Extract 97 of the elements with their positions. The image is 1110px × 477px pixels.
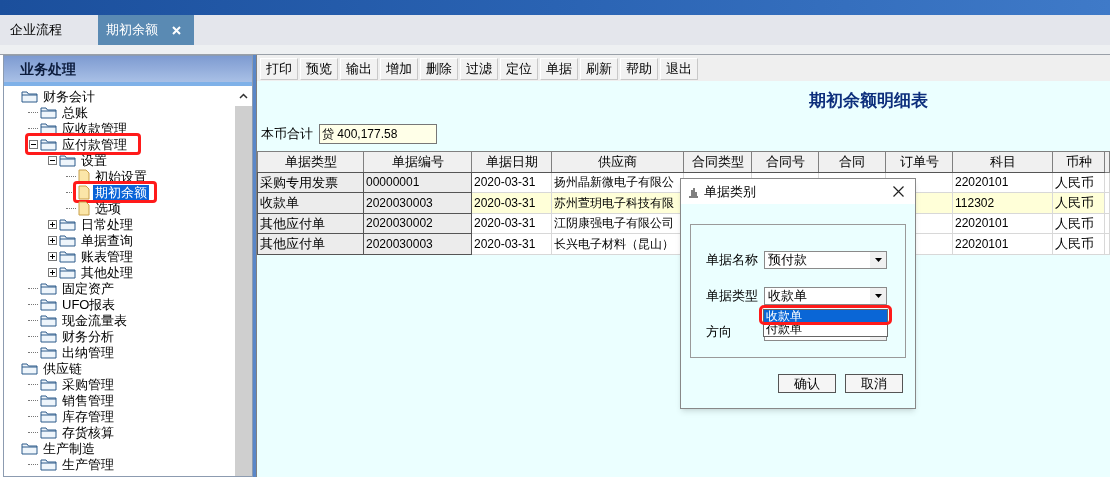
dialog-button[interactable]: 确认 <box>778 374 836 393</box>
document-icon <box>78 168 90 184</box>
field-label: 单据类型 <box>706 287 759 306</box>
panel-header: 业务处理 <box>4 56 253 86</box>
collapse-icon[interactable] <box>47 155 57 165</box>
toolbar-button[interactable]: 删除 <box>420 58 458 80</box>
tree-item[interactable]: 应付款管理 <box>60 136 129 152</box>
column-header[interactable]: 币种 <box>1052 151 1105 172</box>
tree-item[interactable]: 存货核算 <box>60 424 116 440</box>
toolbar-button[interactable]: 定位 <box>500 58 538 80</box>
table-cell: 采购专用发票 <box>257 172 364 193</box>
tab[interactable]: 期初余额 <box>98 15 194 45</box>
field-label: 方向 <box>706 323 733 342</box>
toolbar-button[interactable]: 单据 <box>540 58 578 80</box>
folder-icon <box>40 313 57 327</box>
column-header[interactable]: 合同号 <box>751 151 819 172</box>
tree-item[interactable]: 单据查询 <box>79 232 135 248</box>
toolbar-button[interactable]: 增加 <box>380 58 418 80</box>
toolbar-button[interactable]: 预览 <box>300 58 338 80</box>
total-label: 本币合计 <box>261 125 313 144</box>
tree-item[interactable]: 固定资产 <box>60 280 116 296</box>
tree-item[interactable]: 现金流量表 <box>60 312 129 328</box>
expand-icon[interactable] <box>47 251 57 261</box>
toolbar-button[interactable]: 打印 <box>260 58 298 80</box>
folder-icon <box>59 217 76 231</box>
document-icon <box>78 184 90 200</box>
column-header[interactable]: 订单号 <box>885 151 953 172</box>
expand-icon[interactable] <box>47 235 57 245</box>
tree-item[interactable]: 设置 <box>79 152 109 168</box>
expand-icon[interactable] <box>47 267 57 277</box>
table-cell: 收款单 <box>257 192 364 213</box>
column-header[interactable]: 科目 <box>952 151 1053 172</box>
folder-icon <box>21 89 38 103</box>
folder-icon <box>40 409 57 423</box>
folder-icon <box>21 361 38 375</box>
folder-icon <box>40 425 57 439</box>
column-header[interactable]: 单据类型 <box>257 151 364 172</box>
folder-icon <box>40 105 57 119</box>
folder-icon <box>59 265 76 279</box>
tab[interactable]: 企业流程 <box>2 15 92 45</box>
folder-icon <box>40 393 57 407</box>
folder-icon <box>40 281 57 295</box>
folder-icon <box>40 121 57 135</box>
dialog-title: 单据类别 <box>704 182 756 201</box>
report-title: 期初余额明细表 <box>809 90 928 113</box>
dropdown-arrow-icon[interactable] <box>874 258 882 262</box>
toolbar-button[interactable]: 退出 <box>660 58 698 80</box>
folder-icon <box>40 377 57 391</box>
tree-item[interactable]: UFO报表 <box>60 296 118 312</box>
tree-item[interactable]: 账表管理 <box>79 248 135 264</box>
tree-item[interactable]: 日常处理 <box>79 216 135 232</box>
tree-item[interactable]: 财务分析 <box>60 328 116 344</box>
table-cell: 其他应付单 <box>257 233 364 254</box>
column-header[interactable]: 单据日期 <box>471 151 552 172</box>
tree-item[interactable]: 销售管理 <box>60 392 116 408</box>
field-label: 单据名称 <box>706 251 759 270</box>
tree-item[interactable]: 采购管理 <box>60 376 116 392</box>
tree-item[interactable]: 总账 <box>60 104 90 120</box>
tree-item[interactable]: 期初余额 <box>93 184 149 200</box>
tree-item[interactable]: 生产管理 <box>60 456 116 472</box>
dropdown-field[interactable]: 预付款 <box>764 251 887 269</box>
folder-icon <box>21 441 38 455</box>
toolbar-button[interactable]: 刷新 <box>580 58 618 80</box>
dropdown-arrow-icon[interactable] <box>874 294 882 298</box>
folder-icon <box>40 329 57 343</box>
window-icon <box>687 185 699 198</box>
close-icon[interactable] <box>893 186 904 197</box>
dialog-button[interactable]: 取消 <box>845 374 903 393</box>
column-header[interactable]: 供应商 <box>551 151 684 172</box>
column-header[interactable]: 单据编号 <box>363 151 472 172</box>
tree-item[interactable]: 生产制造 <box>41 440 97 456</box>
scrollbar[interactable] <box>235 86 253 476</box>
table-cell: 其他应付单 <box>257 213 364 234</box>
folder-icon <box>40 297 57 311</box>
folder-icon <box>40 345 57 359</box>
dropdown-field[interactable]: 收款单 <box>764 287 887 305</box>
folder-icon <box>59 249 76 263</box>
column-header[interactable]: 合同 <box>818 151 886 172</box>
folder-icon <box>40 137 57 151</box>
document-icon <box>78 200 90 216</box>
tree-item[interactable]: 供应链 <box>41 360 84 376</box>
total-field: 贷 400,177.58 <box>319 124 437 144</box>
toolbar-button[interactable]: 过滤 <box>460 58 498 80</box>
toolbar-button[interactable]: 帮助 <box>620 58 658 80</box>
collapse-icon[interactable] <box>28 139 38 149</box>
tree-item[interactable]: 出纳管理 <box>60 344 116 360</box>
toolbar-button[interactable]: 输出 <box>340 58 378 80</box>
expand-icon[interactable] <box>47 219 57 229</box>
folder-icon <box>40 457 57 471</box>
tree-item[interactable]: 选项 <box>93 200 123 216</box>
scroll-up-icon[interactable] <box>239 93 249 99</box>
folder-icon <box>59 233 76 247</box>
column-header[interactable]: 合同类型 <box>683 151 752 172</box>
tree-item[interactable]: 财务会计 <box>41 88 97 104</box>
tree-item[interactable]: 库存管理 <box>60 408 116 424</box>
tree-item[interactable]: 其他处理 <box>79 264 135 280</box>
folder-icon <box>59 153 76 167</box>
